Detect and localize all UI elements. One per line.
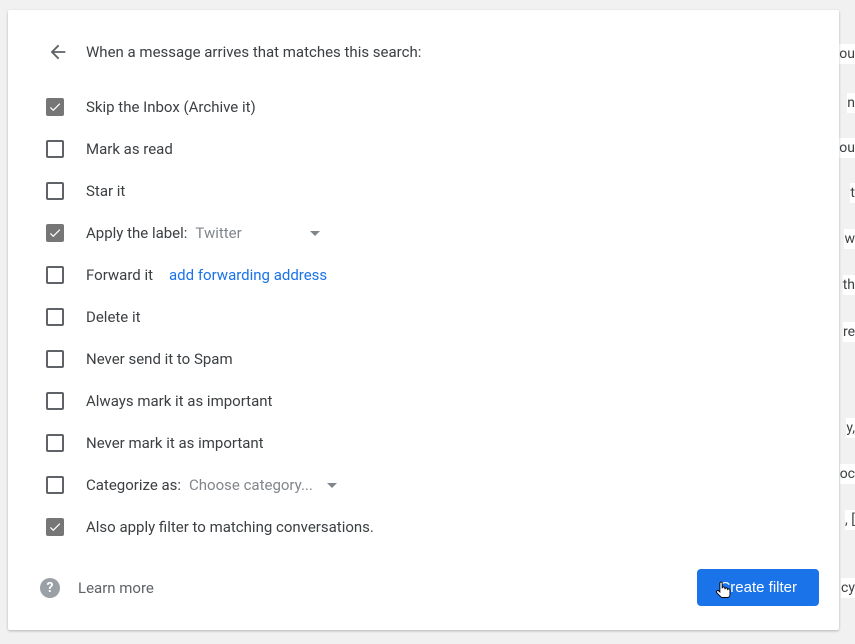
checkbox-skip-inbox[interactable] xyxy=(46,98,64,116)
bg-snippet: y, xyxy=(846,418,855,438)
checkbox-star[interactable] xyxy=(46,182,64,200)
option-skip-inbox: Skip the Inbox (Archive it) xyxy=(8,86,839,128)
option-never-spam: Never send it to Spam xyxy=(8,338,839,380)
checkbox-delete[interactable] xyxy=(46,308,64,326)
label-skip-inbox: Skip the Inbox (Archive it) xyxy=(86,98,256,116)
option-apply-label: Apply the label: Twitter xyxy=(8,212,839,254)
option-categorize: Categorize as: Choose category... xyxy=(8,464,839,506)
option-always-important: Always mark it as important xyxy=(8,380,839,422)
checkbox-mark-read[interactable] xyxy=(46,140,64,158)
bg-snippet: ou xyxy=(839,138,855,158)
option-apply-existing: Also apply filter to matching conversati… xyxy=(8,506,839,548)
option-forward: Forward it add forwarding address xyxy=(8,254,839,296)
label-never-spam: Never send it to Spam xyxy=(86,350,233,368)
back-arrow-icon[interactable] xyxy=(46,40,70,64)
checkbox-categorize[interactable] xyxy=(46,476,64,494)
label-categorize: Categorize as: xyxy=(86,476,181,494)
label-dropdown[interactable]: Twitter xyxy=(195,224,319,242)
learn-more-link[interactable]: Learn more xyxy=(78,579,154,597)
category-dropdown-value: Choose category... xyxy=(189,476,313,494)
option-mark-read: Mark as read xyxy=(8,128,839,170)
dialog-title: When a message arrives that matches this… xyxy=(86,43,421,61)
checkbox-never-important[interactable] xyxy=(46,434,64,452)
bg-snippet: re xyxy=(843,322,855,342)
bg-snippet: w xyxy=(844,229,855,249)
bg-snippet: ou xyxy=(839,44,855,64)
label-mark-read: Mark as read xyxy=(86,140,173,158)
bg-snippet: cy xyxy=(841,578,855,598)
checkbox-forward[interactable] xyxy=(46,266,64,284)
create-filter-label: Create filter xyxy=(719,579,797,596)
chevron-down-icon xyxy=(327,483,337,488)
options-list: Skip the Inbox (Archive it) Mark as read… xyxy=(8,72,839,548)
label-apply-existing: Also apply filter to matching conversati… xyxy=(86,518,374,536)
option-never-important: Never mark it as important xyxy=(8,422,839,464)
bg-snippet: n xyxy=(847,93,855,113)
bg-snippet: th xyxy=(843,275,855,295)
option-star: Star it xyxy=(8,170,839,212)
bg-snippet: t xyxy=(850,183,855,203)
checkbox-always-important[interactable] xyxy=(46,392,64,410)
label-forward: Forward it xyxy=(86,266,153,284)
label-always-important: Always mark it as important xyxy=(86,392,272,410)
add-forwarding-link[interactable]: add forwarding address xyxy=(169,266,327,284)
label-never-important: Never mark it as important xyxy=(86,434,264,452)
help-icon[interactable]: ? xyxy=(40,578,60,598)
option-delete: Delete it xyxy=(8,296,839,338)
label-apply-label: Apply the label: xyxy=(86,224,187,242)
label-star: Star it xyxy=(86,182,125,200)
dialog-header: When a message arrives that matches this… xyxy=(8,32,839,72)
checkbox-apply-label[interactable] xyxy=(46,224,64,242)
create-filter-button[interactable]: Create filter xyxy=(697,569,819,606)
checkbox-never-spam[interactable] xyxy=(46,350,64,368)
label-delete: Delete it xyxy=(86,308,141,326)
chevron-down-icon xyxy=(310,231,320,236)
filter-options-dialog: When a message arrives that matches this… xyxy=(8,10,839,630)
checkbox-apply-existing[interactable] xyxy=(46,518,64,536)
bg-snippet: , [ xyxy=(845,510,855,530)
bg-snippet: oc xyxy=(840,464,855,484)
dialog-footer: ? Learn more Create filter xyxy=(8,569,839,606)
label-dropdown-value: Twitter xyxy=(195,224,241,242)
category-dropdown[interactable]: Choose category... xyxy=(189,476,337,494)
